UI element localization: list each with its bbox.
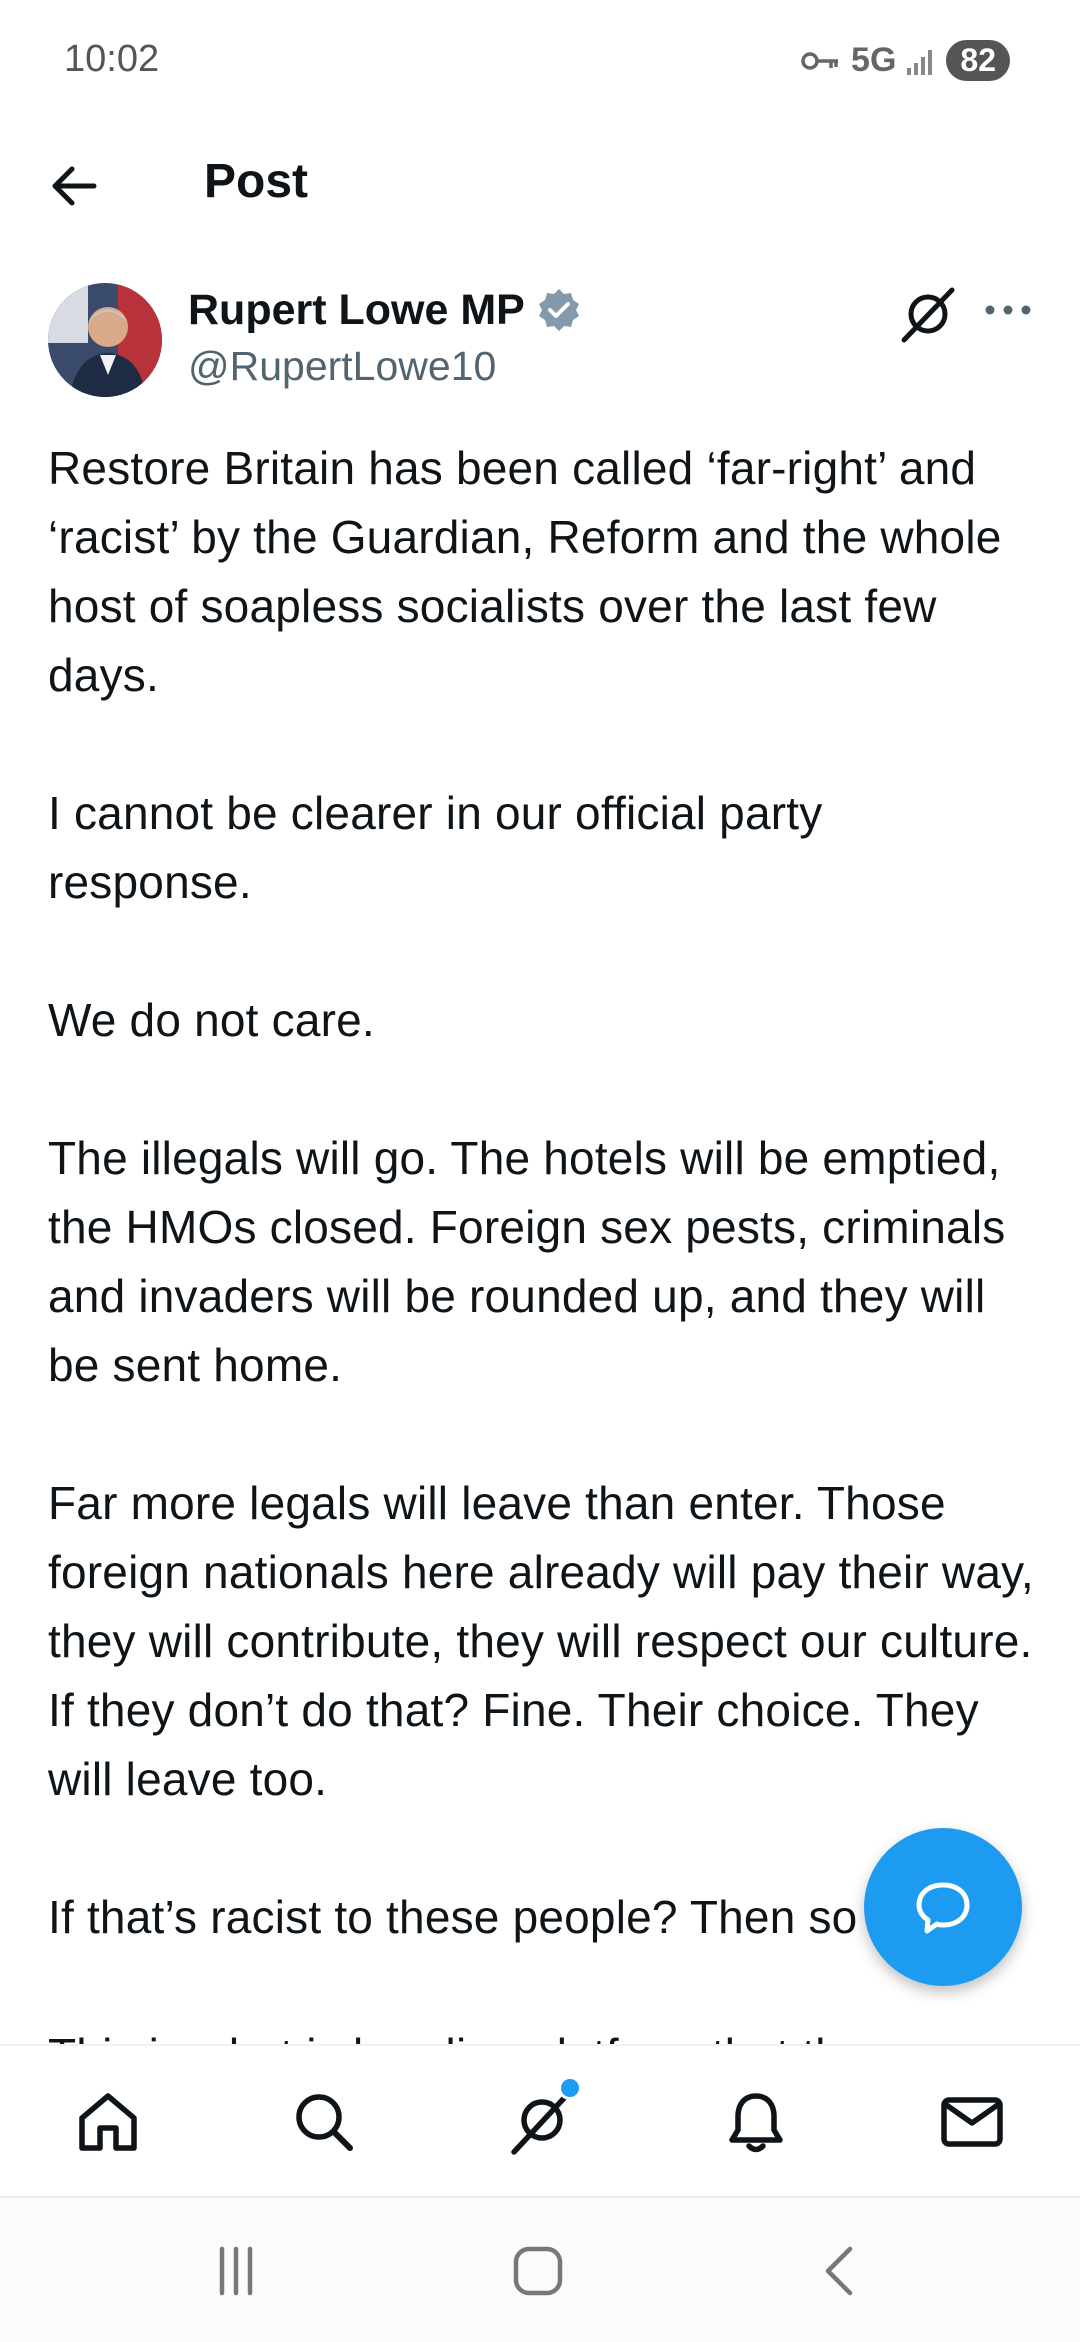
notifications-icon [729, 2093, 783, 2153]
bottom-nav [0, 2044, 1080, 2196]
home-square-icon [513, 2246, 563, 2296]
nav-notifications[interactable] [716, 2082, 796, 2162]
nav-home[interactable] [68, 2082, 148, 2162]
author-name-row[interactable]: Rupert Lowe MP [188, 280, 583, 340]
more-options-button[interactable] [980, 290, 1036, 330]
messages-icon [941, 2097, 1003, 2147]
header: Post [0, 128, 1080, 248]
status-icons: 5G 82 [801, 40, 1010, 81]
search-icon [296, 2094, 353, 2151]
signal-icon [906, 46, 936, 76]
home-system-button[interactable] [498, 2236, 578, 2306]
chevron-left-icon [825, 2246, 853, 2296]
status-bar: 10:02 5G 82 [0, 0, 1080, 128]
grok-button[interactable] [896, 282, 960, 346]
system-nav-bar [0, 2196, 1080, 2342]
more-icon [985, 305, 1031, 315]
grok-icon [901, 287, 955, 343]
battery-indicator: 82 [946, 40, 1010, 81]
back-system-button[interactable] [800, 2236, 880, 2306]
page-title: Post [204, 155, 309, 208]
network-type: 5G [851, 41, 897, 79]
nav-search[interactable] [284, 2082, 364, 2162]
home-icon [79, 2093, 137, 2151]
vpn-key-icon [801, 49, 841, 73]
recent-apps-button[interactable] [196, 2236, 276, 2306]
author-handle[interactable]: @RupertLowe10 [188, 338, 496, 394]
arrow-left-icon [52, 166, 97, 206]
back-button[interactable] [44, 154, 108, 218]
nav-grok[interactable] [500, 2076, 582, 2162]
post-text: Restore Britain has been called ‘far-rig… [48, 442, 1034, 2044]
notification-dot [558, 2076, 582, 2100]
verified-badge-icon [535, 286, 583, 334]
status-time: 10:02 [64, 38, 160, 80]
nav-messages[interactable] [932, 2082, 1012, 2162]
reply-fab-button[interactable] [864, 1828, 1022, 1986]
recent-apps-icon [219, 2246, 253, 2296]
avatar[interactable] [48, 283, 162, 397]
reply-bubble-icon [916, 1882, 970, 1934]
author-name[interactable]: Rupert Lowe MP [188, 280, 525, 340]
